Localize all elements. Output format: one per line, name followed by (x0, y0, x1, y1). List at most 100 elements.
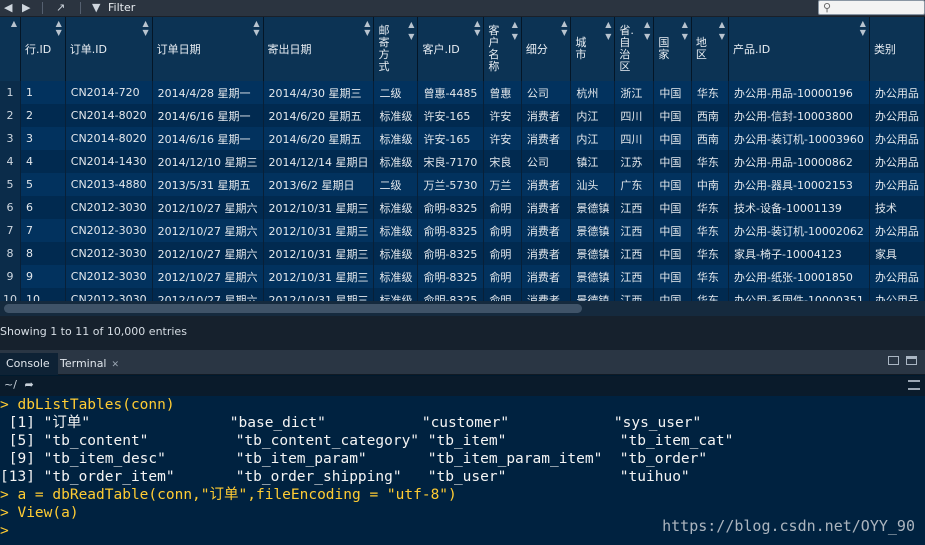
table-cell: 标准级 (373, 150, 419, 173)
table-cell: 中国 (653, 196, 692, 219)
table-cell: 俞明 (483, 196, 522, 219)
data-grid[interactable]: ▲ 行.ID ▲ ▼ 订单.ID ▲ ▼ 订单日期 ▲ ▼ 寄出日期 ▲ ▼ 邮寄方式 ▲ ▼ 客户… (0, 17, 925, 301)
table-cell: 办公用-装订机-10002062 (728, 219, 870, 242)
table-cell: CN2014-8020 (65, 127, 153, 150)
scrollbar-thumb[interactable] (4, 304, 582, 313)
table-cell: 5 (20, 173, 66, 196)
table-cell: 江西 (614, 288, 655, 301)
column-header[interactable]: 订单日期 ▲ ▼ (152, 17, 264, 81)
table-cell: 办公用品 (869, 288, 925, 301)
table-cell: 10 (20, 288, 66, 301)
table-cell: 俞明-8325 (417, 196, 485, 219)
popout-icon[interactable]: ↗ (56, 1, 65, 15)
search-input[interactable]: ⚲ (818, 0, 925, 15)
table-row: 6 6 CN2012-3030 2012/10/27 星期六 2012/10/31 星期… (0, 196, 925, 219)
console-output-line: [5] "tb_content" "tb_content_category" "… (0, 433, 734, 449)
data-table: ▲ 行.ID ▲ ▼ 订单.ID ▲ ▼ 订单日期 ▲ ▼ 寄出日期 ▲ ▼ 邮寄方式 ▲ ▼ 客户… (0, 17, 925, 301)
table-cell: 宋良 (483, 150, 522, 173)
table-cell: 华东 (691, 219, 730, 242)
filter-icon[interactable]: ▼ (92, 1, 100, 15)
column-header[interactable]: 邮寄方式 ▲ ▼ (373, 17, 419, 81)
close-icon[interactable]: ✕ (112, 360, 120, 370)
table-cell: 办公用品 (869, 127, 925, 150)
console-tabbar: Console Terminal ✕ (0, 350, 925, 375)
table-cell: 俞明 (483, 288, 522, 301)
column-header[interactable]: 省.自治区 ▲ ▼ (614, 17, 655, 81)
column-header-label: 订单.ID (69, 43, 107, 56)
column-header[interactable]: 寄出日期 ▲ ▼ (263, 17, 375, 81)
table-cell: 江西 (614, 265, 655, 288)
table-cell: 2012/10/31 星期三 (263, 265, 375, 288)
table-cell: 中国 (653, 242, 692, 265)
forward-arrow-icon[interactable]: ▶ (22, 1, 30, 15)
column-header-label: 产品.ID (733, 43, 771, 56)
table-cell: 办公用品 (869, 104, 925, 127)
tab-console[interactable]: Console (0, 353, 58, 375)
tab-terminal[interactable]: Terminal ✕ (54, 353, 127, 375)
table-cell: 技术 (869, 196, 925, 219)
column-header[interactable]: 订单.ID ▲ ▼ (65, 17, 153, 81)
table-cell: 二级 (373, 81, 419, 104)
table-cell: 办公用-用品-10000862 (728, 150, 870, 173)
column-header[interactable]: 客户名称 ▲ ▼ (483, 17, 522, 81)
tab-label: Terminal (60, 357, 107, 370)
table-cell: 消费者 (521, 242, 572, 265)
table-cell: 四川 (614, 127, 655, 150)
sort-icon: ▲ ▼ (364, 19, 371, 37)
clear-console-icon[interactable] (908, 380, 920, 390)
table-cell: 2012/10/27 星期六 (152, 219, 264, 242)
table-row: 1 1 CN2014-720 2014/4/28 星期一 2014/4/30 星期三 二级… (0, 81, 925, 104)
table-cell: 四川 (614, 104, 655, 127)
table-cell: 标准级 (373, 127, 419, 150)
table-cell: 万兰-5730 (417, 173, 485, 196)
column-header-label: 细分 (525, 43, 548, 56)
column-header[interactable]: 地区 ▲ ▼ (691, 17, 730, 81)
back-arrow-icon[interactable]: ◀ (4, 1, 12, 15)
table-cell: 江苏 (614, 150, 655, 173)
filter-button[interactable]: Filter (108, 1, 135, 15)
table-cell: 家具-椅子-10004123 (728, 242, 870, 265)
table-cell: 镇江 (570, 150, 616, 173)
minimize-icon[interactable] (888, 356, 899, 365)
column-header-label: 类别 (873, 43, 896, 56)
column-header[interactable]: 产品.ID ▲ ▼ (728, 17, 870, 81)
column-header[interactable]: 细分 ▲ ▼ (521, 17, 572, 81)
working-directory: ~/ (4, 378, 17, 391)
table-cell: 华东 (691, 81, 730, 104)
table-cell: 办公用-器具-10002153 (728, 173, 870, 196)
table-cell: 4 (20, 150, 66, 173)
horizontal-scrollbar[interactable] (0, 301, 925, 316)
table-cell: 中国 (653, 104, 692, 127)
console-input-line: > View(a) (0, 505, 79, 521)
column-header[interactable]: 城市 ▲ ▼ (570, 17, 616, 81)
table-cell: 办公用-用品-10000196 (728, 81, 870, 104)
console-input-line: > a = dbReadTable(conn,"订单",fileEncoding… (0, 487, 457, 503)
row-number: 10 (0, 288, 22, 301)
column-header[interactable]: 行.ID ▲ ▼ (20, 17, 66, 81)
goto-directory-icon[interactable]: ➦ (24, 378, 33, 391)
table-cell: 2012/10/27 星期六 (152, 265, 264, 288)
column-header[interactable]: 客户.ID ▲ ▼ (417, 17, 485, 81)
table-cell: 景德镇 (570, 196, 616, 219)
search-icon: ⚲ (823, 1, 832, 14)
sort-icon: ▲ ▼ (561, 19, 568, 37)
column-header[interactable]: 类别 (869, 17, 925, 81)
column-header[interactable]: 国家 ▲ ▼ (653, 17, 692, 81)
row-number: 4 (0, 150, 22, 173)
table-cell: 曾惠 (483, 81, 522, 104)
table-cell: 江西 (614, 219, 655, 242)
table-cell: CN2012-3030 (65, 196, 153, 219)
column-header-label: 国家 (658, 36, 670, 61)
table-cell: 俞明 (483, 219, 522, 242)
column-header-rownum[interactable]: ▲ (0, 17, 22, 81)
table-cell: 公司 (521, 150, 572, 173)
maximize-icon[interactable] (906, 356, 917, 365)
table-cell: 许安-165 (417, 127, 485, 150)
table-cell: CN2014-1430 (65, 150, 153, 173)
entries-status: Showing 1 to 11 of 10,000 entries (0, 316, 925, 350)
sort-icon: ▲ ▼ (859, 19, 866, 37)
table-cell: 中国 (653, 81, 692, 104)
sort-icon: ▲ ▼ (142, 19, 149, 37)
table-cell: CN2014-8020 (65, 104, 153, 127)
table-cell: 办公用品 (869, 81, 925, 104)
